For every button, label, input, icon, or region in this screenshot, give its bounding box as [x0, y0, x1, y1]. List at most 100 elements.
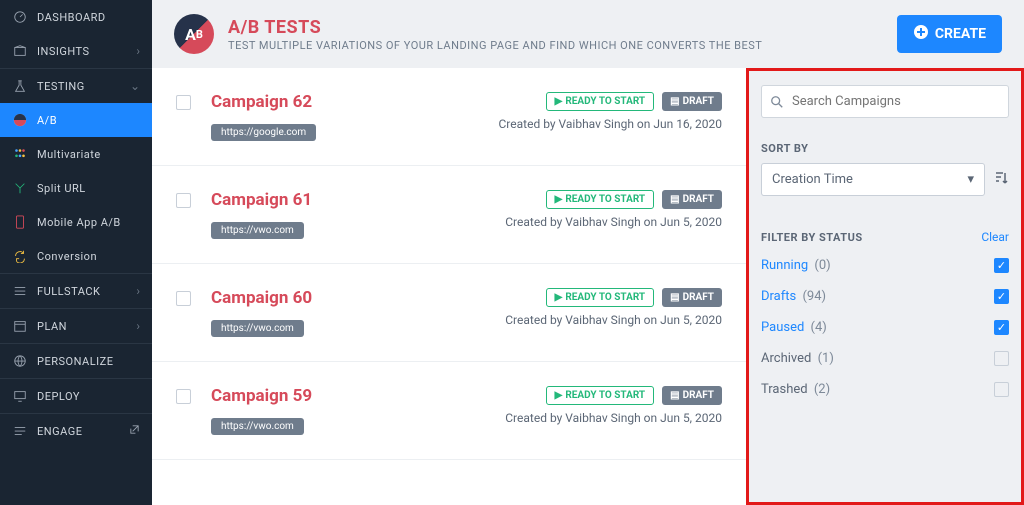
search-input[interactable] [761, 85, 1009, 118]
external-icon [129, 424, 140, 438]
sidebar-item-conversion[interactable]: Conversion [0, 239, 152, 273]
campaign-row[interactable]: Campaign 61 https://vwo.com ▶ READY TO STA… [152, 166, 746, 264]
header: AB A/B TESTS TEST MULTIPLE VARIATIONS OF… [152, 0, 1024, 68]
sidebar-item-label: TESTING [37, 80, 130, 93]
sidebar-item-testing[interactable]: TESTING⌄ [0, 68, 152, 103]
draft-badge: ▤ DRAFT [662, 92, 722, 111]
engage-icon [12, 423, 28, 439]
sidebar-item-split-url[interactable]: Split URL [0, 171, 152, 205]
sidebar-item-label: INSIGHTS [37, 45, 136, 58]
sidebar-item-dashboard[interactable]: DASHBOARD [0, 0, 152, 34]
campaign-title[interactable]: Campaign 61 [211, 190, 485, 210]
ready-to-start-badge[interactable]: ▶ READY TO START [546, 190, 654, 209]
row-checkbox[interactable] [176, 193, 191, 208]
sort-select[interactable]: Creation Time ▾ [761, 163, 985, 196]
campaign-url-badge: https://vwo.com [211, 320, 304, 337]
campaign-title[interactable]: Campaign 59 [211, 386, 485, 406]
sidebar-item-personalize[interactable]: PERSONALIZE [0, 343, 152, 378]
sidebar-item-a-b[interactable]: A/B [0, 103, 152, 137]
filter-count: (4) [811, 320, 827, 335]
draft-icon: ▤ [670, 194, 679, 205]
ready-to-start-badge[interactable]: ▶ READY TO START [546, 288, 654, 307]
search-icon [770, 94, 784, 113]
filter-label: Paused [761, 320, 804, 335]
phone-icon [12, 214, 28, 230]
content: Campaign 62 https://google.com ▶ READY TO … [152, 68, 1024, 505]
filter-label: Trashed [761, 382, 808, 397]
sort-direction-icon[interactable] [993, 170, 1009, 190]
page-subtitle: TEST MULTIPLE VARIATIONS OF YOUR LANDING… [228, 39, 883, 52]
sidebar-item-label: PERSONALIZE [37, 355, 140, 368]
ab-logo-icon: AB [174, 14, 214, 54]
ready-to-start-badge[interactable]: ▶ READY TO START [546, 386, 654, 405]
campaign-row[interactable]: Campaign 59 https://vwo.com ▶ READY TO STA… [152, 362, 746, 460]
row-checkbox[interactable] [176, 389, 191, 404]
globe-icon [12, 353, 28, 369]
create-button[interactable]: CREATE [897, 15, 1002, 53]
sort-by-label: SORT BY [761, 142, 1009, 155]
filter-count: (94) [802, 289, 826, 304]
sidebar-item-multivariate[interactable]: Multivariate [0, 137, 152, 171]
plus-circle-icon [913, 24, 929, 44]
campaign-url-badge: https://vwo.com [211, 418, 304, 435]
sidebar-item-label: Split URL [37, 182, 140, 195]
filter-item-archived[interactable]: Archived (1) [761, 343, 1009, 374]
filter-by-status-label: FILTER BY STATUS [761, 231, 863, 244]
calendar-icon [12, 318, 28, 334]
ready-to-start-badge[interactable]: ▶ READY TO START [546, 92, 654, 111]
campaign-meta: Created by Vaibhav Singh on Jun 5, 2020 [505, 411, 722, 425]
box-icon [12, 43, 28, 59]
sidebar-item-label: PLAN [37, 320, 136, 333]
ab-icon [12, 112, 28, 128]
chevron-icon: › [136, 284, 140, 298]
sidebar-item-insights[interactable]: INSIGHTS› [0, 34, 152, 68]
campaign-title[interactable]: Campaign 60 [211, 288, 485, 308]
filter-checkbox[interactable] [994, 351, 1009, 366]
chevron-icon: › [136, 319, 140, 333]
campaign-row[interactable]: Campaign 62 https://google.com ▶ READY TO … [152, 68, 746, 166]
filter-item-trashed[interactable]: Trashed (2) [761, 374, 1009, 405]
chevron-icon: › [136, 44, 140, 58]
filter-label: Drafts [761, 289, 796, 304]
play-icon: ▶ [555, 292, 563, 303]
gauge-icon [12, 9, 28, 25]
campaign-title[interactable]: Campaign 62 [211, 92, 479, 112]
campaign-meta: Created by Vaibhav Singh on Jun 5, 2020 [505, 313, 722, 327]
sidebar-item-fullstack[interactable]: FULLSTACK› [0, 273, 152, 308]
sidebar-item-mobile-app-a-b[interactable]: Mobile App A/B [0, 205, 152, 239]
campaign-row[interactable]: Campaign 60 https://vwo.com ▶ READY TO STA… [152, 264, 746, 362]
campaign-url-badge: https://vwo.com [211, 222, 304, 239]
filter-panel: SORT BY Creation Time ▾ FILTER BY STATUS… [746, 68, 1024, 505]
flask-icon [12, 78, 28, 94]
campaign-list: Campaign 62 https://google.com ▶ READY TO … [152, 68, 746, 505]
sidebar-item-label: DEPLOY [37, 390, 140, 403]
filter-count: (2) [814, 382, 830, 397]
dots-icon [12, 146, 28, 162]
draft-icon: ▤ [670, 292, 679, 303]
filter-item-drafts[interactable]: Drafts (94) ✓ [761, 281, 1009, 312]
filter-item-paused[interactable]: Paused (4) ✓ [761, 312, 1009, 343]
sidebar: DASHBOARDINSIGHTS›TESTING⌄A/BMultivariat… [0, 0, 152, 505]
filter-label: Running [761, 258, 808, 273]
filter-checkbox[interactable]: ✓ [994, 320, 1009, 335]
campaign-url-badge: https://google.com [211, 124, 316, 141]
filter-checkbox[interactable] [994, 382, 1009, 397]
sidebar-item-deploy[interactable]: DEPLOY [0, 378, 152, 413]
chevron-icon: ⌄ [130, 79, 140, 93]
draft-icon: ▤ [670, 390, 679, 401]
filter-item-running[interactable]: Running (0)✓ [761, 250, 1009, 281]
play-icon: ▶ [555, 194, 563, 205]
sort-value: Creation Time [772, 172, 853, 187]
draft-badge: ▤ DRAFT [662, 386, 722, 405]
page-title: A/B TESTS [228, 17, 883, 38]
row-checkbox[interactable] [176, 291, 191, 306]
sidebar-item-label: DASHBOARD [37, 11, 140, 24]
sidebar-item-engage[interactable]: ENGAGE [0, 413, 152, 448]
filter-checkbox[interactable]: ✓ [994, 289, 1009, 304]
row-checkbox[interactable] [176, 95, 191, 110]
sidebar-item-label: Mobile App A/B [37, 216, 140, 229]
main: AB A/B TESTS TEST MULTIPLE VARIATIONS OF… [152, 0, 1024, 505]
clear-filters-link[interactable]: Clear [981, 230, 1009, 244]
sidebar-item-plan[interactable]: PLAN› [0, 308, 152, 343]
filter-checkbox[interactable]: ✓ [994, 258, 1009, 273]
